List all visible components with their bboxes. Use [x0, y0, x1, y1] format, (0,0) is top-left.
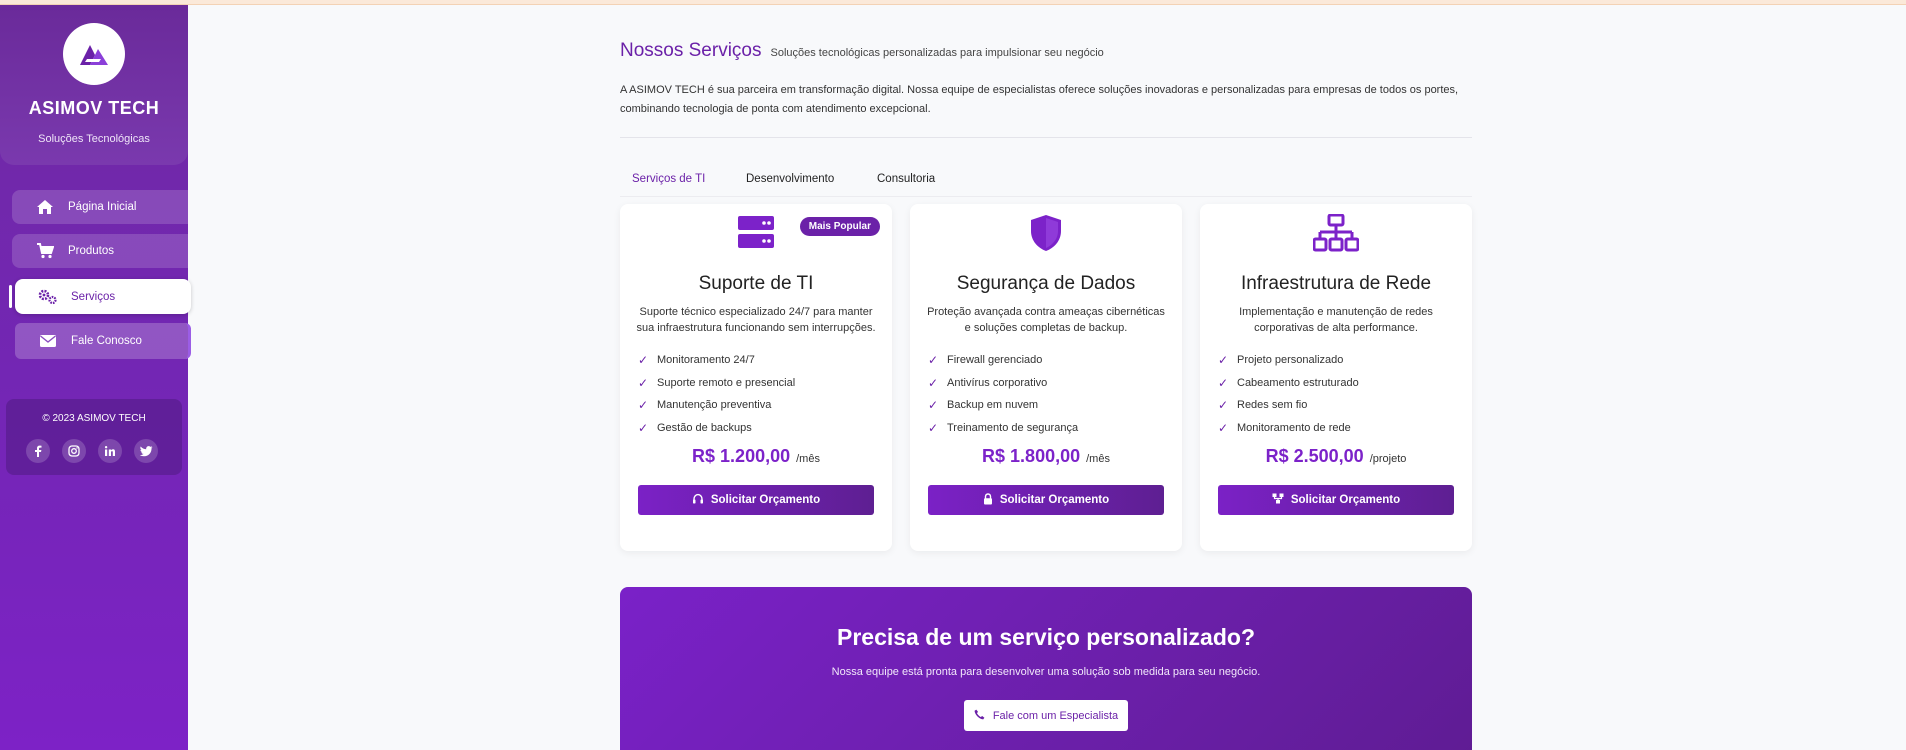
check-icon: ✓: [1218, 420, 1229, 435]
brand-subtitle: Soluções Tecnológicas: [38, 133, 150, 145]
check-icon: ✓: [638, 353, 649, 368]
card-description: Suporte técnico especializado 24/7 para …: [636, 306, 876, 334]
service-card-data-security: Segurança de Dados Proteção avançada con…: [910, 204, 1182, 551]
price: R$ 1.800,00: [982, 446, 1081, 466]
sidebar-item-label: Página Inicial: [68, 201, 137, 213]
network-icon: [1272, 493, 1284, 507]
sidebar: ASIMOV TECH Soluções Tecnológicas Página…: [0, 5, 191, 750]
banner-title: Precisa de um serviço personalizado?: [837, 624, 1255, 650]
check-icon: ✓: [928, 353, 939, 368]
tab-development[interactable]: Desenvolvimento: [746, 173, 834, 185]
card-title: Infraestrutura de Rede: [1240, 273, 1432, 294]
price-unit: /mês: [1086, 453, 1110, 465]
sidebar-item-label: Serviços: [71, 290, 116, 303]
brand-title: ASIMOV TECH: [28, 98, 160, 118]
button-label: Solicitar Orçamento: [1290, 494, 1401, 506]
feature-item: ✓ Treinamento de segurança: [928, 420, 1079, 435]
envelope-icon: [35, 335, 61, 347]
feature-item: ✓ Gestão de backups: [638, 420, 752, 435]
banner-subtitle: Nossa equipe está pronta para desenvolve…: [831, 666, 1261, 678]
service-tabs: Serviços de TI Desenvolvimento Consultor…: [620, 165, 1472, 197]
sidebar-item-services[interactable]: Serviços: [9, 279, 191, 314]
page-header: Nossos Serviços Soluções tecnológicas pe…: [620, 40, 1472, 62]
price-row: R$ 2.500,00 /projeto: [1200, 446, 1472, 467]
tab-consulting[interactable]: Consultoria: [877, 173, 935, 185]
custom-service-banner: Precisa de um serviço personalizado? Nos…: [620, 587, 1472, 750]
request-quote-button[interactable]: Solicitar Orçamento: [928, 485, 1164, 515]
feature-item: ✓ Projeto personalizado: [1218, 353, 1344, 368]
home-icon: [32, 199, 58, 215]
sidebar-item-label: Fale Conosco: [71, 335, 142, 347]
button-label: Solicitar Orçamento: [710, 494, 821, 506]
card-description: Proteção avançada contra ameaças ciberné…: [927, 306, 1165, 334]
feature-item: ✓ Suporte remoto e presencial: [638, 375, 796, 390]
check-icon: ✓: [1218, 398, 1229, 413]
price: R$ 1.200,00: [692, 446, 791, 466]
feature-item: ✓ Redes sem fio: [1218, 398, 1308, 413]
card-title: Suporte de TI: [698, 273, 814, 294]
page-title: Nossos Serviços: [620, 40, 762, 61]
gears-icon: [35, 289, 61, 305]
sidebar-item-contact[interactable]: Fale Conosco: [15, 323, 191, 359]
sidebar-item-home[interactable]: Página Inicial: [12, 190, 188, 224]
check-icon: ✓: [638, 420, 649, 435]
intro-paragraph: A ASIMOV TECH é sua parceira em transfor…: [620, 84, 1459, 115]
twitter-icon[interactable]: [134, 439, 158, 463]
feature-item: ✓ Manutenção preventiva: [638, 398, 772, 413]
feature-item: ✓ Backup em nuvem: [928, 398, 1039, 413]
price-row: R$ 1.200,00 /mês: [620, 446, 892, 467]
cart-icon: [32, 243, 58, 259]
check-icon: ✓: [1218, 375, 1229, 390]
main-content: Nossos Serviços Soluções tecnológicas pe…: [620, 40, 1472, 750]
price-row: R$ 1.800,00 /mês: [910, 446, 1182, 467]
page-subtitle: Soluções tecnológicas personalizadas par…: [770, 47, 1104, 59]
feature-item: ✓ Monitoramento de rede: [1218, 420, 1351, 435]
tab-it-services[interactable]: Serviços de TI: [632, 173, 705, 185]
feature-list: ✓ Projeto personalizado ✓ Cabeamento estru…: [1218, 349, 1359, 439]
feature-item: ✓ Cabeamento estruturado: [1218, 375, 1359, 390]
service-card-network: Infraestrutura de Rede Implementação e m…: [1200, 204, 1472, 551]
check-icon: ✓: [638, 375, 649, 390]
button-label: Solicitar Orçamento: [999, 494, 1110, 506]
request-quote-button[interactable]: Solicitar Orçamento: [1218, 485, 1454, 515]
feature-list: ✓ Monitoramento 24/7 ✓ Suporte remoto e pr…: [638, 349, 795, 439]
check-icon: ✓: [638, 398, 649, 413]
lock-icon: [983, 492, 993, 508]
brand-header: ASIMOV TECH Soluções Tecnológicas: [0, 5, 188, 165]
button-label: Fale com um Especialista: [992, 709, 1119, 722]
card-title: Segurança de Dados: [956, 273, 1136, 294]
social-links: [26, 439, 158, 463]
check-icon: ✓: [928, 398, 939, 413]
sidebar-footer: © 2023 ASIMOV TECH: [6, 399, 182, 475]
instagram-icon[interactable]: [62, 439, 86, 463]
copyright-text: © 2023 ASIMOV TECH: [42, 413, 146, 424]
phone-icon: [974, 709, 985, 723]
check-icon: ✓: [928, 420, 939, 435]
linkedin-icon[interactable]: [98, 439, 122, 463]
price-unit: /projeto: [1369, 453, 1407, 465]
contact-specialist-button[interactable]: Fale com um Especialista: [964, 700, 1128, 731]
service-card-it-support: Mais Popular Suporte de TI Suporte técni…: [620, 204, 892, 551]
sidebar-item-products[interactable]: Produtos: [12, 234, 188, 268]
sidebar-item-label: Produtos: [68, 245, 115, 257]
asimov-logo-icon[interactable]: [63, 23, 125, 85]
price: R$ 2.500,00: [1265, 446, 1364, 466]
shield-icon: [910, 214, 1182, 254]
feature-list: ✓ Firewall gerenciado ✓ Antivírus corporat…: [928, 349, 1078, 439]
feature-item: ✓ Monitoramento 24/7: [638, 353, 755, 368]
feature-item: ✓ Firewall gerenciado: [928, 353, 1043, 368]
popular-badge: Mais Popular: [799, 217, 880, 236]
price-unit: /mês: [796, 453, 820, 465]
check-icon: ✓: [1218, 353, 1229, 368]
network-icon: [1200, 214, 1472, 254]
request-quote-button[interactable]: Solicitar Orçamento: [638, 485, 874, 515]
feature-item: ✓ Antivírus corporativo: [928, 375, 1048, 390]
facebook-icon[interactable]: [26, 439, 50, 463]
divider: [620, 137, 1472, 138]
check-icon: ✓: [928, 375, 939, 390]
top-border: [0, 0, 1906, 5]
card-description: Implementação e manutenção de redes corp…: [1239, 306, 1433, 334]
headset-icon: [692, 493, 704, 508]
